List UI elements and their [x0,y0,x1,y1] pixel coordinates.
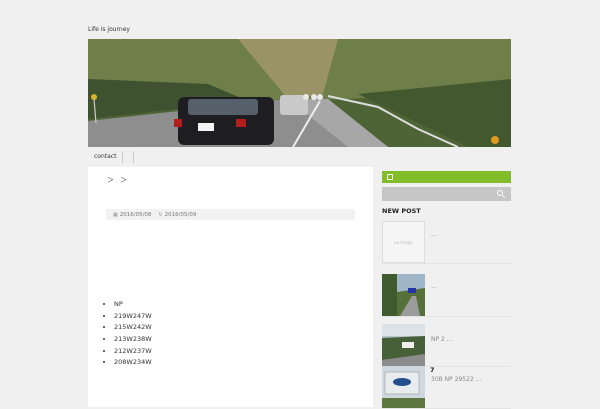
list-item: 213W238W [114,334,152,346]
post-item[interactable]: ... [382,274,511,317]
search-box[interactable] [382,187,511,201]
list-item: 215W242W [114,322,152,334]
post-title[interactable]: 7 [430,366,435,374]
article-list: NP 219W247W 215W242W 213W238W 212W237W 2… [106,299,152,369]
nav-divider [123,151,135,163]
post-thumbnail[interactable] [382,324,425,366]
post-thumbnail[interactable] [382,366,425,408]
list-item: NP [114,299,152,311]
calendar-icon: ▦ [113,211,118,218]
post-thumbnail[interactable] [382,274,425,316]
refresh-icon: ↻ [158,211,163,218]
no-image-label: no image [394,239,413,245]
post-excerpt: ... [431,231,437,238]
search-icon[interactable] [497,190,503,196]
main-nav: contact [88,150,135,164]
post-date-bar: ▦ 2016/05/08 ↻ 2016/05/09 [106,209,355,220]
post-item[interactable]: NP 2 ... [382,324,511,367]
updated-date: 2016/05/09 [164,211,197,218]
published-date: 2016/05/08 [119,211,152,218]
post-item[interactable]: 7 30B NP 29522 ... [382,366,511,409]
list-item: 219W247W [114,311,152,323]
list-item: 208W234W [114,357,152,369]
main-content: ＞ ＞ ▦ 2016/05/08 ↻ 2016/05/09 NP 219W247… [88,167,373,407]
widget-title-new-post: NEW POST [382,207,421,215]
post-item[interactable]: no image ... [382,221,511,264]
post-thumbnail[interactable]: no image [382,221,425,263]
rss-button[interactable] [382,171,511,183]
post-excerpt: ... [431,283,437,290]
nav-item-contact[interactable]: contact [88,151,124,163]
sidebar: NEW POST no image ... ... NP 2 ... 7 30B… [382,171,511,409]
site-title[interactable]: Life is journey [88,26,130,33]
list-item: 212W237W [114,346,152,358]
rss-icon [387,174,393,180]
breadcrumb: ＞ ＞ [107,176,130,184]
post-excerpt: NP 2 ... [431,336,453,343]
header-image [88,39,511,147]
post-excerpt: 30B NP 29522 ... [431,376,482,383]
